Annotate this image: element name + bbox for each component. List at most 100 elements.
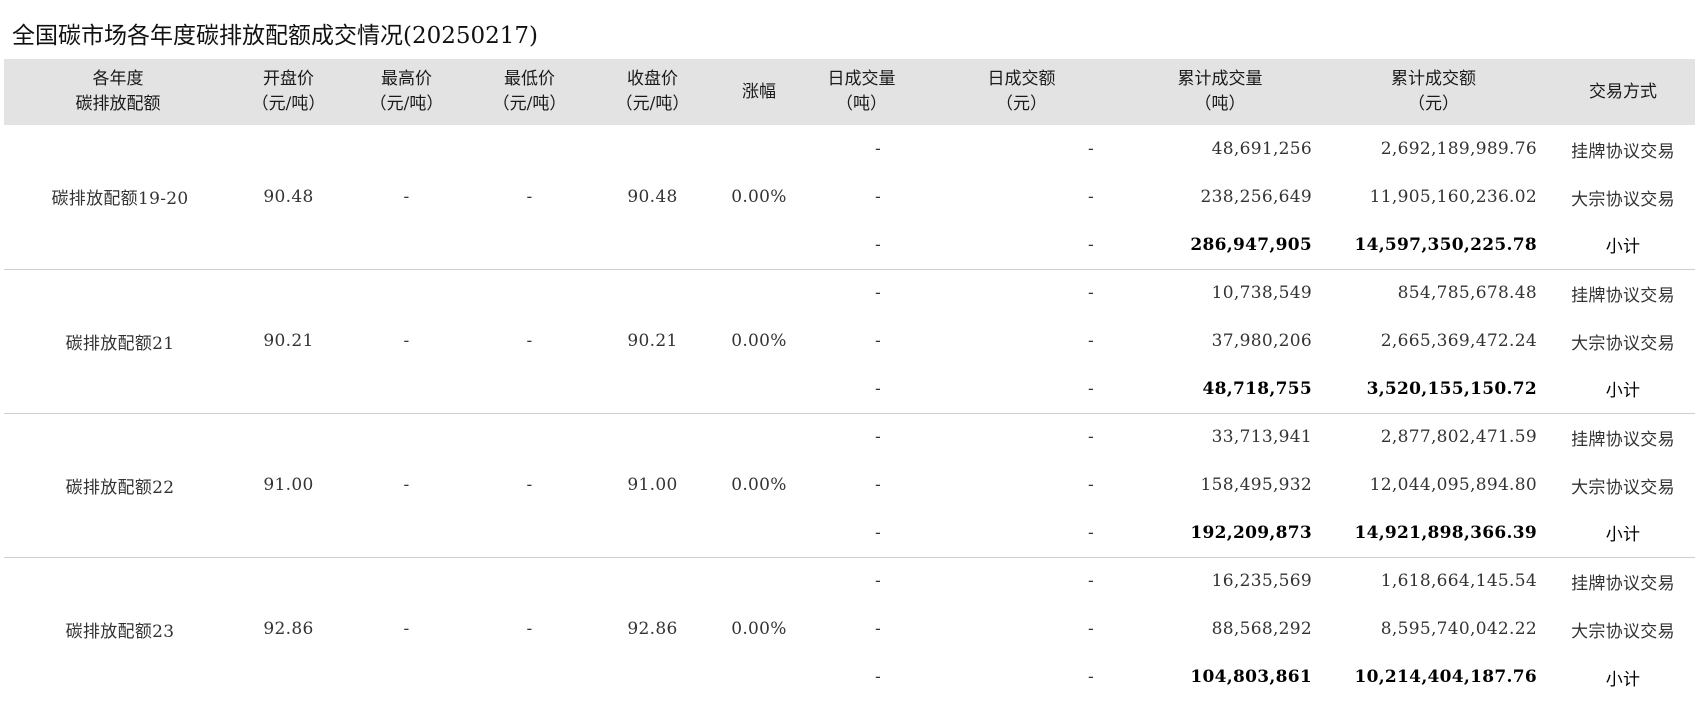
open-price-cell: 91.00 bbox=[232, 413, 345, 558]
page: 全国碳市场各年度碳排放配额成交情况(20250217) 各年度 碳排放配额 开盘 bbox=[0, 0, 1699, 697]
header-line: 最高价 bbox=[381, 69, 432, 89]
header-line: （元/吨） bbox=[369, 94, 444, 114]
subtotal-label: 小计 bbox=[1605, 669, 1641, 690]
cum-amount-subtotal: 14,597,350,225.78 bbox=[1316, 221, 1551, 270]
low-price-cell: - bbox=[468, 413, 591, 558]
column-header-cum-amount: 累计成交额 （元） bbox=[1316, 59, 1551, 125]
day-volume-cell: - bbox=[874, 571, 881, 592]
column-header-trade-method: 交易方式 bbox=[1551, 59, 1695, 125]
header-line: （元） bbox=[996, 94, 1047, 114]
cum-amount-subtotal: 3,520,155,150.72 bbox=[1316, 365, 1551, 414]
page-title: 全国碳市场各年度碳排放配额成交情况(20250217) bbox=[12, 23, 539, 49]
day-amount-cell: - bbox=[1087, 331, 1094, 351]
allowance-name-cell: 碳排放配额23 bbox=[65, 621, 175, 642]
cum-volume-cell: 10,738,549 bbox=[1211, 283, 1312, 304]
allowance-name-cell: 碳排放配额22 bbox=[4, 413, 232, 558]
header-line: （吨） bbox=[836, 94, 887, 114]
column-header-high-price: 最高价 （元/吨） bbox=[345, 59, 468, 125]
high-price-cell: - bbox=[345, 125, 468, 270]
open-price-cell: 92.86 bbox=[263, 619, 314, 640]
close-price-cell: 90.48 bbox=[591, 125, 714, 270]
cum-amount-cell: 8,595,740,042.22 bbox=[1380, 619, 1537, 639]
day-amount-cell: - bbox=[1087, 139, 1094, 159]
table-row: 碳排放配额21 90.21 - - 90.21 0.00% - - 10,738… bbox=[4, 269, 1695, 414]
trade-method-cell: 大宗协议交易 bbox=[1571, 621, 1675, 642]
change-cell: 0.00% bbox=[714, 125, 804, 270]
cum-amount-subtotal: 14,921,898,366.39 bbox=[1316, 509, 1551, 558]
header-line: 收盘价 bbox=[627, 69, 678, 89]
high-price-cell: - bbox=[345, 269, 468, 414]
carbon-allowance-table: 各年度 碳排放配额 开盘价 （元/吨） 最高价 （元/吨） 最低价 （元/吨） … bbox=[4, 59, 1695, 701]
column-header-close-price: 收盘价 （元/吨） bbox=[591, 59, 714, 125]
cum-volume-cell: 158,495,932 bbox=[1200, 475, 1312, 495]
header-line: 日成交额 bbox=[987, 69, 1056, 89]
cum-amount-cell: 854,785,678.48 bbox=[1397, 283, 1537, 304]
day-volume-cell: - bbox=[804, 221, 919, 270]
cum-amount-cell: 2,665,369,472.24 bbox=[1380, 331, 1537, 351]
header-line: 累计成交量 bbox=[1177, 69, 1263, 89]
day-volume-cell: - bbox=[874, 331, 881, 351]
subtotal-label: 小计 bbox=[1551, 509, 1695, 558]
header-line: 日成交量 bbox=[827, 69, 896, 89]
column-header-allowance: 各年度 碳排放配额 bbox=[4, 59, 232, 125]
cum-amount-cell: 11,905,160,236.02 bbox=[1369, 187, 1537, 207]
trade-method-cell: 挂牌协议交易 bbox=[1571, 573, 1675, 594]
cum-amount-cell: 1,618,664,145.54 bbox=[1380, 571, 1537, 592]
table-row: 碳排放配额19-20 90.48 - - 90.48 0.00% - - 48,… bbox=[4, 125, 1695, 270]
change-cell: 0.00% bbox=[714, 413, 804, 558]
header-line: 涨幅 bbox=[742, 81, 776, 102]
column-header-open-price: 开盘价 （元/吨） bbox=[232, 59, 345, 125]
low-price-cell: - bbox=[468, 269, 591, 414]
table-body: 碳排放配额19-20 90.48 - - 90.48 0.00% - - 48,… bbox=[4, 125, 1695, 701]
close-price-cell: 91.00 bbox=[591, 413, 714, 558]
header-line: 各年度 bbox=[92, 69, 144, 89]
cum-volume-cell: 37,980,206 bbox=[1211, 331, 1312, 351]
day-amount-cell: - bbox=[1087, 619, 1094, 639]
high-price-cell: - bbox=[403, 619, 410, 640]
day-amount-cell: - bbox=[919, 221, 1124, 270]
table-header: 各年度 碳排放配额 开盘价 （元/吨） 最高价 （元/吨） 最低价 （元/吨） … bbox=[4, 59, 1695, 125]
cum-volume-subtotal: 48,718,755 bbox=[1124, 365, 1316, 414]
header-line: （吨） bbox=[1194, 94, 1246, 114]
day-volume-cell: - bbox=[874, 283, 881, 304]
trade-method-cell: 挂牌协议交易 bbox=[1571, 285, 1675, 306]
table-row: 碳排放配额22 91.00 - - 91.00 0.00% - - 33,713… bbox=[4, 413, 1695, 558]
open-price-cell: 90.48 bbox=[232, 125, 345, 270]
header-line: （元） bbox=[1408, 94, 1459, 114]
header-line: （元/吨） bbox=[615, 94, 690, 114]
day-amount-cell: - bbox=[1087, 667, 1094, 687]
column-header-low-price: 最低价 （元/吨） bbox=[468, 59, 591, 125]
column-header-day-amount: 日成交额 （元） bbox=[919, 59, 1124, 125]
close-price-cell: 92.86 bbox=[627, 619, 678, 640]
column-header-change: 涨幅 bbox=[714, 59, 804, 125]
open-price-cell: 90.21 bbox=[232, 269, 345, 414]
cum-volume-cell: 16,235,569 bbox=[1211, 571, 1312, 592]
day-volume-cell: - bbox=[874, 139, 881, 159]
subtotal-label: 小计 bbox=[1551, 221, 1695, 270]
day-amount-cell: - bbox=[1087, 427, 1094, 448]
change-cell: 0.00% bbox=[731, 619, 787, 640]
column-header-day-volume: 日成交量 （吨） bbox=[804, 59, 919, 125]
allowance-name-cell: 碳排放配额19-20 bbox=[4, 125, 232, 270]
trade-method-cell: 大宗协议交易 bbox=[1571, 333, 1675, 354]
cum-amount-subtotal: 10,214,404,187.76 bbox=[1354, 667, 1537, 687]
header-line: 交易方式 bbox=[1589, 81, 1657, 102]
cum-volume-subtotal: 104,803,861 bbox=[1190, 667, 1312, 687]
day-amount-cell: - bbox=[1087, 571, 1094, 592]
day-volume-cell: - bbox=[874, 427, 881, 448]
change-cell: 0.00% bbox=[714, 269, 804, 414]
day-amount-cell: - bbox=[919, 509, 1124, 558]
day-amount-cell: - bbox=[1087, 187, 1094, 207]
trade-method-cell: 挂牌协议交易 bbox=[1571, 429, 1675, 450]
low-price-cell: - bbox=[468, 125, 591, 270]
cum-amount-cell: 2,692,189,989.76 bbox=[1380, 139, 1537, 159]
day-volume-cell: - bbox=[874, 187, 881, 207]
day-volume-cell: - bbox=[804, 509, 919, 558]
day-amount-cell: - bbox=[1087, 475, 1094, 495]
cum-volume-subtotal: 286,947,905 bbox=[1124, 221, 1316, 270]
header-line: 碳排放配额 bbox=[75, 94, 161, 114]
high-price-cell: - bbox=[345, 413, 468, 558]
day-amount-cell: - bbox=[919, 365, 1124, 414]
day-volume-cell: - bbox=[874, 667, 881, 687]
trade-method-cell: 大宗协议交易 bbox=[1571, 477, 1675, 498]
